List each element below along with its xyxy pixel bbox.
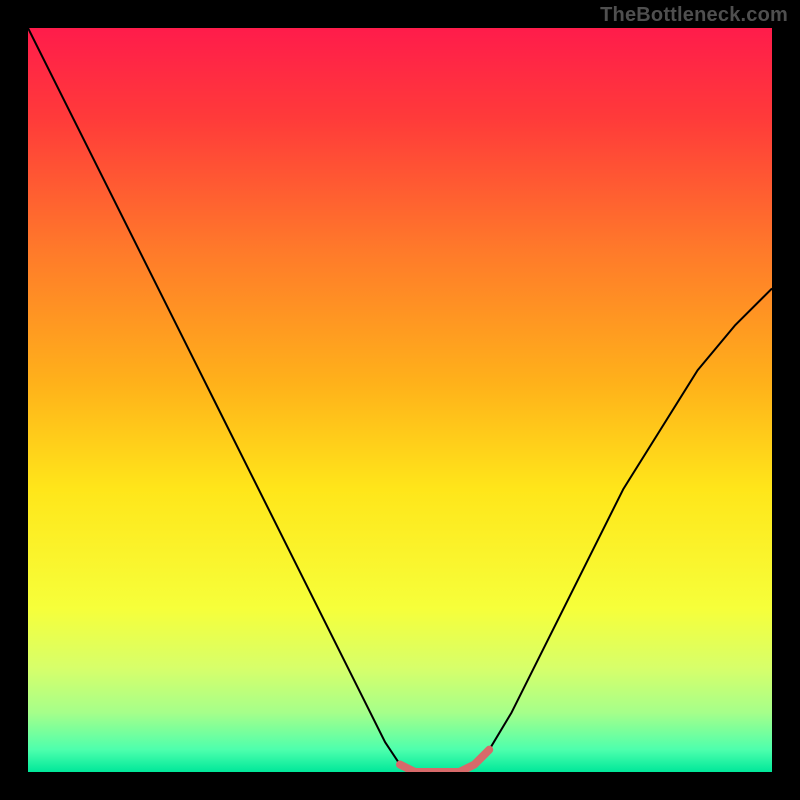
chart-frame: TheBottleneck.com [0, 0, 800, 800]
gradient-background [28, 28, 772, 772]
chart-svg [28, 28, 772, 772]
bottleneck-plot [28, 28, 772, 772]
watermark-text: TheBottleneck.com [600, 4, 788, 27]
